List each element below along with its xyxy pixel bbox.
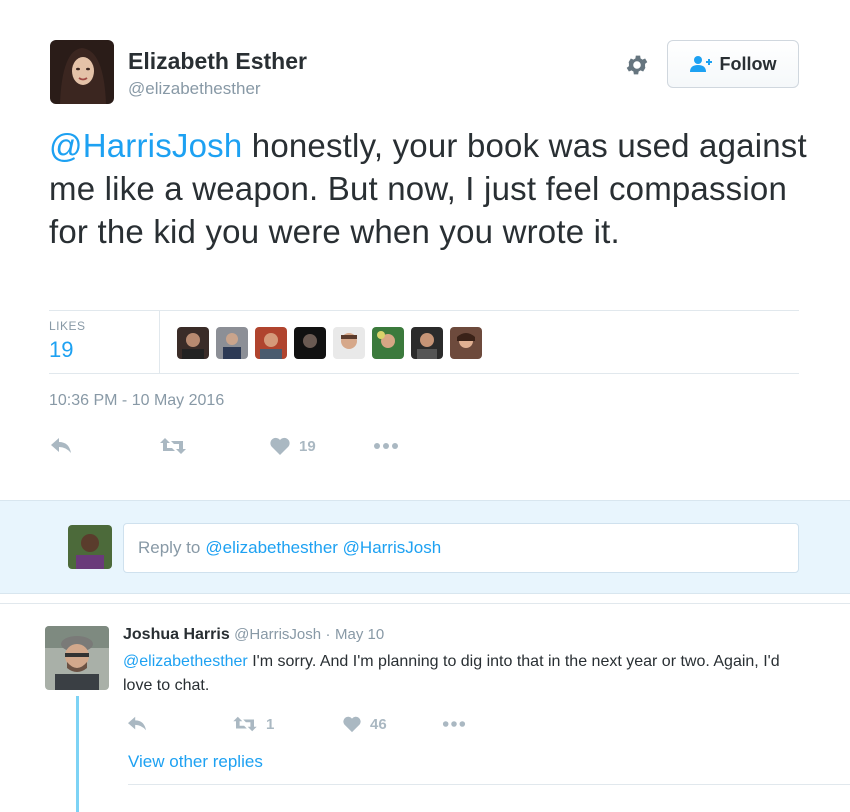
like-count: 19 <box>299 437 316 455</box>
reply-retweet-button[interactable]: 1 <box>232 715 342 733</box>
tweet-text: @HarrisJosh honestly, your book was used… <box>49 124 809 253</box>
view-other-replies-link[interactable]: View other replies <box>128 752 263 772</box>
reply-text: @elizabethesther I'm sorry. And I'm plan… <box>123 650 803 698</box>
reply-input[interactable]: Reply to @elizabethesther @HarrisJosh <box>123 523 799 573</box>
heart-icon <box>270 437 290 455</box>
likes-label: LIKES <box>49 319 86 333</box>
reply-icon <box>128 716 146 731</box>
reply-tweet: Joshua Harris @HarrisJosh · May 10 @eliz… <box>0 604 850 812</box>
reply-like-count: 46 <box>370 715 387 733</box>
liker-avatar[interactable] <box>411 327 443 359</box>
follow-button[interactable]: Follow <box>667 40 799 88</box>
likers-avatars <box>177 327 482 359</box>
reply-reply-button[interactable] <box>126 715 232 733</box>
author-name[interactable]: Elizabeth Esther <box>128 48 307 75</box>
likes-stat[interactable]: LIKES 19 <box>49 319 159 367</box>
reply-retweet-count: 1 <box>266 715 275 733</box>
main-tweet: Elizabeth Esther @elizabethesther Follow… <box>0 0 850 500</box>
retweet-icon <box>233 716 257 732</box>
reply-separator: · <box>325 626 331 643</box>
reply-button[interactable] <box>49 436 159 456</box>
follow-user-icon <box>689 56 712 72</box>
tweet-mention-link[interactable]: @HarrisJosh <box>49 127 242 164</box>
liker-avatar[interactable] <box>450 327 482 359</box>
liker-avatar[interactable] <box>372 327 404 359</box>
thread-line <box>76 696 79 812</box>
heart-icon <box>343 716 361 733</box>
reply-author-handle[interactable]: @HarrisJosh <box>234 626 321 643</box>
reply-author-name[interactable]: Joshua Harris <box>123 626 230 643</box>
follow-label: Follow <box>719 53 777 74</box>
liker-avatar[interactable] <box>333 327 365 359</box>
reply-more-button[interactable] <box>442 720 466 728</box>
reply-icon <box>51 438 71 453</box>
reply-prefix: Reply to <box>138 538 201 557</box>
author-handle[interactable]: @elizabethesther <box>128 79 261 99</box>
liker-avatar[interactable] <box>294 327 326 359</box>
liker-avatar[interactable] <box>177 327 209 359</box>
more-button[interactable] <box>373 442 399 450</box>
stats-divider <box>159 311 160 373</box>
like-button[interactable]: 19 <box>269 436 373 456</box>
reply-mention-link[interactable]: @elizabethesther <box>123 653 248 670</box>
reply-like-button[interactable]: 46 <box>342 715 442 733</box>
gear-icon[interactable] <box>624 52 650 78</box>
likes-count: 19 <box>49 337 74 362</box>
retweet-button[interactable] <box>159 436 269 456</box>
current-user-avatar <box>68 525 112 569</box>
more-dots-icon <box>442 721 466 727</box>
more-dots-icon <box>374 443 398 449</box>
bottom-divider <box>128 784 850 785</box>
tweet-actions: 19 <box>49 432 399 460</box>
liker-avatar[interactable] <box>216 327 248 359</box>
liker-avatar[interactable] <box>255 327 287 359</box>
tweet-timestamp[interactable]: 10:36 PM - 10 May 2016 <box>49 392 224 410</box>
reply-author-avatar[interactable] <box>45 626 109 690</box>
reply-compose: Reply to @elizabethesther @HarrisJosh <box>0 500 850 594</box>
author-avatar[interactable] <box>50 40 114 104</box>
reply-header: Joshua Harris @HarrisJosh · May 10 <box>123 626 384 644</box>
tweet-stats: LIKES 19 <box>49 310 799 374</box>
reply-mentions: @elizabethesther @HarrisJosh <box>205 538 442 557</box>
retweet-icon <box>160 438 186 454</box>
reply-date[interactable]: May 10 <box>335 626 384 643</box>
reply-actions: 1 46 <box>126 712 466 736</box>
